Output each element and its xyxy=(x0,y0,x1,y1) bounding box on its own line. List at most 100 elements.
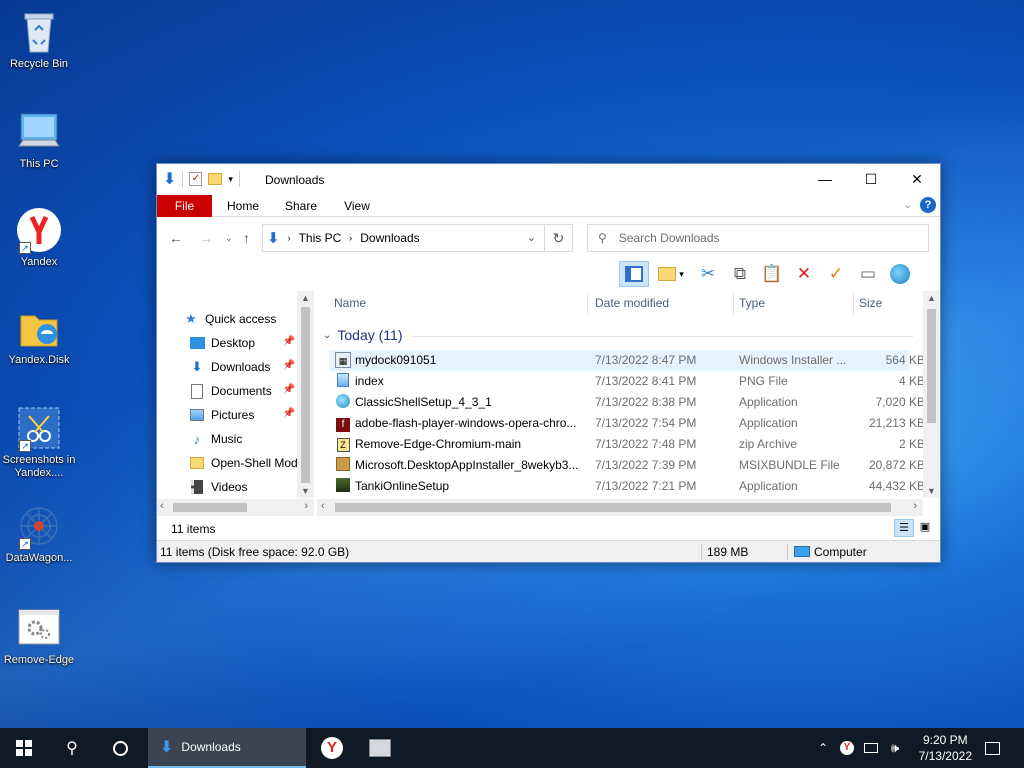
tab-share[interactable]: Share xyxy=(281,195,321,217)
title-bar[interactable]: ⬇ ✓ ▾ Downloads — ☐ ✕ xyxy=(157,164,940,194)
breadcrumb-downloads[interactable]: Downloads xyxy=(360,231,419,245)
navigation-bar: ← → ⌄ ↑ ⬇ › This PC › Downloads ⌄ ↻ ⚲ Se… xyxy=(157,222,940,254)
column-header-size[interactable]: Size xyxy=(859,291,882,315)
column-header-date[interactable]: Date modified xyxy=(595,291,669,315)
large-icons-view-icon[interactable]: ▣ xyxy=(916,519,934,537)
column-header-type[interactable]: Type xyxy=(739,291,765,315)
up-button[interactable]: ↑ xyxy=(243,230,250,246)
star-icon: ★ xyxy=(185,311,197,326)
file-list[interactable]: Name Date modified Type Size ⌄ Today (11… xyxy=(317,291,940,516)
start-button[interactable] xyxy=(0,728,48,768)
chevron-right-icon[interactable]: › xyxy=(288,233,291,243)
tray-yandex[interactable]: Y xyxy=(836,728,858,768)
quick-access-toolbar: ⬇ ✓ ▾ xyxy=(163,170,240,188)
back-button[interactable]: ← xyxy=(169,230,183,246)
paste-icon[interactable]: 📋 xyxy=(757,261,787,287)
chevron-down-icon[interactable]: ⌄ xyxy=(527,231,536,244)
chevron-right-icon[interactable]: › xyxy=(349,233,352,243)
properties-icon[interactable]: ✓ xyxy=(189,172,203,186)
tray-network[interactable] xyxy=(860,728,882,768)
nav-pane-scrollbar[interactable]: ▲ ▼ xyxy=(297,291,314,498)
classic-toolbar: ▾ ✂ ⧉ 📋 ✕ ✓ ▭ xyxy=(619,261,915,287)
nav-item-open-shell[interactable]: Open-Shell Mod xyxy=(189,452,309,474)
scroll-right-icon[interactable]: › xyxy=(304,500,308,512)
taskbar-app-yandex[interactable]: Y xyxy=(308,728,356,768)
close-button[interactable]: ✕ xyxy=(894,164,940,194)
file-row[interactable]: ClassicShellSetup_4_3_1 7/13/2022 8:38 P… xyxy=(329,392,925,413)
file-row[interactable]: index 7/13/2022 8:41 PM PNG File 4 KB xyxy=(329,371,925,392)
forward-button[interactable]: → xyxy=(199,230,213,246)
navigation-pane-icon[interactable] xyxy=(619,261,649,287)
scroll-left-icon[interactable]: ‹ xyxy=(321,500,325,512)
scroll-right-icon[interactable]: › xyxy=(913,500,917,512)
scroll-down-icon[interactable]: ▼ xyxy=(297,486,314,496)
file-row[interactable]: f adobe-flash-player-windows-opera-chro.… xyxy=(329,413,925,434)
nav-item-downloads[interactable]: ⬇ Downloads 📌 xyxy=(189,356,299,378)
refresh-button[interactable]: ↻ xyxy=(545,224,573,252)
search-box[interactable]: ⚲ Search Downloads xyxy=(587,224,929,252)
cut-icon[interactable]: ✂ xyxy=(693,261,723,287)
nav-item-pictures[interactable]: Pictures 📌 xyxy=(189,404,299,426)
status-disk-space: 11 items (Disk free space: 92.0 GB) xyxy=(160,545,350,559)
search-button[interactable]: ⚲ xyxy=(48,728,96,768)
shell-icon[interactable] xyxy=(885,261,915,287)
pin-icon: 📌 xyxy=(282,384,295,395)
scroll-down-icon[interactable]: ▼ xyxy=(923,486,940,496)
show-hidden-icons-button[interactable]: ⌃ xyxy=(812,728,834,768)
explorer-window[interactable]: ⬇ ✓ ▾ Downloads — ☐ ✕ File Home Share Vi… xyxy=(156,163,941,563)
nav-pane-hscrollbar[interactable]: ‹ › xyxy=(157,499,314,516)
details-view-icon[interactable]: ☰ xyxy=(894,519,914,537)
taskbar-app-downloads[interactable]: ⬇ Downloads xyxy=(148,728,306,768)
tab-home[interactable]: Home xyxy=(223,195,263,217)
help-icon[interactable]: ? xyxy=(920,197,936,213)
file-row[interactable]: TankiOnlineSetup 7/13/2022 7:21 PM Appli… xyxy=(329,476,925,497)
copy-icon[interactable]: ⧉ xyxy=(725,261,755,287)
tab-view[interactable]: View xyxy=(337,195,377,217)
delete-icon[interactable]: ✕ xyxy=(789,261,819,287)
group-header-today[interactable]: ⌄ Today (11) xyxy=(323,327,403,343)
folder-options-icon[interactable]: ▾ xyxy=(651,261,691,287)
maximize-button[interactable]: ☐ xyxy=(848,164,894,194)
address-bar[interactable]: ⬇ › This PC › Downloads ⌄ xyxy=(262,224,545,252)
desktop-icon-screenshots[interactable]: ↗ Screenshots in Yandex.... xyxy=(0,404,78,480)
properties-check-icon[interactable]: ✓ xyxy=(821,261,851,287)
recent-locations-icon[interactable]: ⌄ xyxy=(225,233,233,244)
action-center-button[interactable] xyxy=(978,728,1006,768)
file-list-scrollbar[interactable]: ▲ ▼ xyxy=(923,291,940,498)
desktop-icon-recycle-bin[interactable]: Recycle Bin xyxy=(0,8,78,71)
desktop-icon-yandex-disk[interactable]: Yandex.Disk xyxy=(0,304,78,367)
desktop-icon-datawagon[interactable]: ↗ DataWagon... xyxy=(0,502,78,565)
windows-logo-icon xyxy=(16,740,32,756)
computer-icon xyxy=(15,108,63,156)
chevron-down-icon[interactable]: ⌄ xyxy=(323,330,331,341)
desktop-icon-this-pc[interactable]: This PC xyxy=(0,108,78,171)
tray-volume[interactable]: 🕪 xyxy=(884,728,906,768)
file-row[interactable]: Z Remove-Edge-Chromium-main 7/13/2022 7:… xyxy=(329,434,925,455)
column-header-name[interactable]: Name xyxy=(334,291,366,315)
nav-item-quick-access[interactable]: ★ Quick access xyxy=(183,308,303,330)
system-clock[interactable]: 9:20 PM 7/13/2022 xyxy=(919,732,972,764)
desktop-icon-remove-edge[interactable]: Remove-Edge xyxy=(0,604,78,667)
file-row[interactable]: Microsoft.DesktopAppInstaller_8wekyb3...… xyxy=(329,455,925,476)
file-list-hscrollbar[interactable]: ‹ › xyxy=(317,499,923,516)
taskbar-app-remove-edge[interactable] xyxy=(356,728,404,768)
nav-item-documents[interactable]: Documents 📌 xyxy=(189,380,299,402)
rename-icon[interactable]: ▭ xyxy=(853,261,883,287)
customize-qat-icon[interactable]: ▾ xyxy=(228,174,233,185)
navigation-pane[interactable]: ★ Quick access Desktop 📌 ⬇ Downloads 📌 Doc… xyxy=(157,291,313,516)
new-folder-icon[interactable] xyxy=(208,173,223,185)
scroll-up-icon[interactable]: ▲ xyxy=(923,293,940,303)
nav-item-desktop[interactable]: Desktop 📌 xyxy=(189,332,299,354)
desktop-icon-yandex[interactable]: ↗ Yandex xyxy=(0,206,78,269)
tab-file[interactable]: File xyxy=(157,195,212,217)
scroll-left-icon[interactable]: ‹ xyxy=(160,500,164,512)
breadcrumb-this-pc[interactable]: This PC xyxy=(299,231,342,245)
minimize-button[interactable]: — xyxy=(802,164,848,194)
nav-item-videos[interactable]: Videos xyxy=(189,476,299,498)
scroll-up-icon[interactable]: ▲ xyxy=(297,293,314,303)
circle-icon xyxy=(112,740,128,756)
task-view-button[interactable] xyxy=(96,728,144,768)
nav-item-music[interactable]: ♪ Music xyxy=(189,428,299,450)
expand-ribbon-icon[interactable]: ⌄ xyxy=(904,200,912,211)
file-row[interactable]: ▦ mydock091051 7/13/2022 8:47 PM Windows… xyxy=(329,350,925,371)
